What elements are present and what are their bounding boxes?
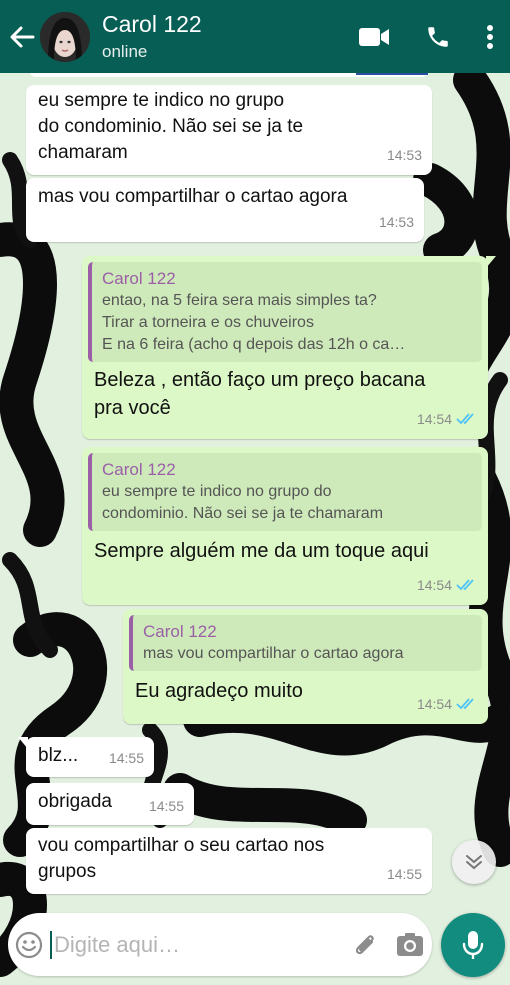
attach-button[interactable] xyxy=(342,913,387,976)
read-ticks-icon xyxy=(456,413,474,425)
message-time: 14:54 xyxy=(416,696,452,712)
message-time: 14:55 xyxy=(108,750,144,766)
quote-text: entao, na 5 feira sera mais simples ta? xyxy=(102,292,377,309)
message-text: do condominio. Não sei se ja te xyxy=(38,116,304,137)
bubble-tail xyxy=(18,737,28,749)
message-time: 14:54 xyxy=(416,577,452,593)
message-bubble[interactable]: blz... 14:55 xyxy=(18,737,154,777)
quote-text: mas vou compartilhar o cartao agora xyxy=(143,645,404,662)
more-vert-icon xyxy=(487,24,493,49)
message-text: Beleza , então faço um preço bacana xyxy=(94,369,426,391)
quoted-message[interactable]: Carol 122 eu sempre te indico no grupo d… xyxy=(88,453,482,531)
contact-name: Carol 122 xyxy=(102,10,202,37)
avatar[interactable] xyxy=(40,11,90,62)
message-bubble[interactable]: Carol 122 entao, na 5 feira sera mais si… xyxy=(82,256,496,439)
video-camera-icon xyxy=(359,27,389,46)
quote-author: Carol 122 xyxy=(143,622,217,641)
message-time: 14:53 xyxy=(378,214,414,230)
back-button[interactable] xyxy=(2,0,42,73)
quote-text: condominio. Não sei se ja te chamaram xyxy=(102,505,384,522)
message-text: mas vou compartilhar o cartao agora xyxy=(38,186,348,207)
message-bubble[interactable]: Carol 122 eu sempre te indico no grupo d… xyxy=(82,447,488,605)
emoji-icon xyxy=(15,931,43,958)
emoji-button[interactable] xyxy=(8,913,50,976)
message-bubble[interactable]: obrigada 14:55 xyxy=(26,783,194,825)
quote-text: E na 6 feira (acho q depois das 12h o ca… xyxy=(102,336,406,353)
contact-status: online xyxy=(102,41,148,61)
message-time: 14:55 xyxy=(148,798,184,814)
message-text: grupos xyxy=(38,861,97,882)
message-text: vou compartilhar o seu cartao nos xyxy=(38,835,325,856)
arrow-left-icon xyxy=(10,26,35,47)
phone-icon xyxy=(428,26,448,47)
message-bubble[interactable]: mas vou compartilhar o cartao agora 14:5… xyxy=(26,178,424,242)
voice-call-button[interactable] xyxy=(406,0,470,73)
scroll-to-bottom-button[interactable] xyxy=(452,840,496,884)
quote-author: Carol 122 xyxy=(102,460,176,479)
quote-text: Tirar a torneira e os chuveiros xyxy=(102,314,314,331)
voice-record-button[interactable] xyxy=(441,913,505,977)
message-bubble[interactable]: Carol 122 mas vou compartilhar o cartao … xyxy=(123,609,488,724)
message-input[interactable] xyxy=(50,930,342,959)
message-time: 14:55 xyxy=(386,866,422,882)
camera-button[interactable] xyxy=(387,913,432,976)
read-ticks-icon xyxy=(456,579,474,591)
chat-header: Carol 122 online xyxy=(0,0,510,73)
message-text: Sempre alguém me da um toque aqui xyxy=(94,540,429,562)
bubble-tail xyxy=(486,256,496,268)
message-bubble[interactable]: vou compartilhar o seu cartao nos grupos… xyxy=(26,828,432,894)
message-time: 14:53 xyxy=(386,147,422,163)
quote-text: eu sempre te indico no grupo do xyxy=(102,483,332,500)
message-bubble[interactable]: eu sempre te indico no grupo do condomin… xyxy=(26,85,432,175)
video-call-button[interactable] xyxy=(342,0,406,73)
message-time: 14:54 xyxy=(416,411,452,427)
paperclip-icon xyxy=(355,934,374,954)
camera-icon xyxy=(396,932,423,956)
compose-bar xyxy=(8,913,432,976)
message-list[interactable]: eu sempre te indico no grupo do condomin… xyxy=(0,69,510,909)
overflow-menu-button[interactable] xyxy=(470,0,510,73)
quoted-message[interactable]: Carol 122 entao, na 5 feira sera mais si… xyxy=(88,262,482,362)
quoted-message[interactable]: Carol 122 mas vou compartilhar o cartao … xyxy=(129,615,482,671)
mic-icon xyxy=(462,931,484,959)
message-text: chamaram xyxy=(38,142,128,163)
message-text: eu sempre te indico no grupo xyxy=(38,90,285,111)
contact-info[interactable]: Carol 122 online xyxy=(102,11,342,63)
quote-author: Carol 122 xyxy=(102,269,176,288)
read-ticks-icon xyxy=(456,698,474,710)
double-chevron-down-icon xyxy=(466,855,482,870)
